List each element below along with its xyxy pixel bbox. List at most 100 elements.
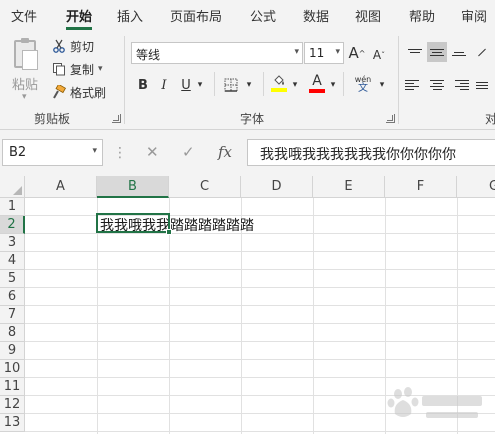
grow-font-label: A (348, 44, 359, 62)
row-header-12[interactable]: 12 (0, 396, 25, 414)
format-painter-button[interactable]: 格式刷 (52, 83, 106, 101)
tab-review[interactable]: 审阅 (461, 6, 487, 25)
row-header-3[interactable]: 3 (0, 234, 25, 252)
italic-button[interactable]: I (157, 75, 171, 95)
align-center-button[interactable] (427, 75, 447, 95)
borders-button[interactable] (222, 75, 240, 95)
tab-home[interactable]: 开始 (66, 6, 92, 25)
font-name-select[interactable]: 等线 ▾ (131, 42, 303, 64)
fill-color-dropdown-icon[interactable]: ▾ (290, 75, 300, 95)
tab-page-layout[interactable]: 页面布局 (170, 6, 222, 25)
font-color-dropdown-icon[interactable]: ▾ (328, 75, 338, 95)
cut-label: 剪切 (70, 39, 95, 54)
phonetic-dropdown-icon[interactable]: ▾ (377, 75, 387, 95)
decrease-font-size-button[interactable]: Aˇ (369, 45, 389, 65)
caret-down-icon: ˇ (381, 50, 386, 60)
ribbon-home: 粘贴 ▾ 剪切 复制 ▾ 格式刷 剪贴板 等线 ▾ 11 ▾ A^ Aˇ B (0, 30, 495, 130)
more-options-icon: ⋮ (113, 145, 127, 161)
row-header-10[interactable]: 10 (0, 360, 25, 378)
copy-dropdown-icon[interactable]: ▾ (98, 64, 103, 74)
row-header-11[interactable]: 11 (0, 378, 25, 396)
enter-icon[interactable]: ✓ (182, 143, 195, 170)
font-dialog-launcher-icon[interactable] (386, 114, 395, 123)
font-group-label: 字体 (240, 112, 265, 126)
copy-icon (52, 62, 66, 76)
paste-label: 粘贴 (12, 78, 39, 93)
tab-formulas[interactable]: 公式 (250, 6, 276, 25)
insert-function-button[interactable]: fx (218, 143, 232, 170)
gridline (25, 377, 495, 378)
underline-button[interactable]: U (179, 75, 193, 95)
ribbon-tab-bar: 文件 开始 插入 页面布局 公式 数据 视图 帮助 审阅 (0, 0, 495, 30)
align-middle-button[interactable] (427, 42, 447, 62)
font-color-button[interactable]: A (308, 73, 326, 93)
column-header-d[interactable]: D (241, 176, 313, 198)
column-header-c[interactable]: C (169, 176, 241, 198)
bold-label: B (138, 77, 148, 93)
cut-button[interactable]: 剪切 (52, 37, 94, 55)
clipboard-group-label: 剪贴板 (34, 112, 71, 126)
gridline (25, 323, 495, 324)
phonetic-bottom-label: 文 (358, 83, 368, 94)
row-header-8[interactable]: 8 (0, 324, 25, 342)
group-divider (124, 36, 125, 124)
column-header-e[interactable]: E (313, 176, 385, 198)
orientation-button[interactable] (474, 42, 490, 62)
gridline (25, 305, 495, 306)
font-color-swatch (309, 89, 325, 93)
phonetic-guide-button[interactable]: wén 文 (350, 72, 376, 98)
copy-button[interactable]: 复制 ▾ (52, 60, 103, 78)
align-right-button[interactable] (449, 75, 469, 95)
align-left-button[interactable] (405, 75, 425, 95)
tab-help[interactable]: 帮助 (409, 6, 435, 25)
row-header-2[interactable]: 2 (0, 216, 25, 234)
row-header-4[interactable]: 4 (0, 252, 25, 270)
indent-button[interactable] (474, 75, 490, 95)
row-header-5[interactable]: 5 (0, 270, 25, 288)
column-header-b[interactable]: B (97, 176, 169, 198)
divider (263, 72, 264, 96)
format-painter-label: 格式刷 (70, 85, 107, 100)
scissors-icon (52, 39, 66, 53)
underline-dropdown-icon[interactable]: ▾ (195, 75, 205, 95)
name-box[interactable]: B2 ▾ (2, 139, 103, 166)
gridline (25, 431, 495, 432)
select-all-button[interactable] (0, 176, 25, 198)
formula-bar: B2 ▾ ⋮ ✕ ✓ fx 我我哦我我我我我我你你你你你 (0, 130, 495, 176)
font-color-label: A (312, 73, 322, 89)
paste-dropdown-icon[interactable]: ▾ (22, 92, 27, 102)
increase-font-size-button[interactable]: A ^ (347, 43, 367, 63)
font-size-select[interactable]: 11 ▾ (304, 42, 344, 64)
row-header-13[interactable]: 13 (0, 414, 25, 432)
tab-view[interactable]: 视图 (355, 6, 381, 25)
formula-input[interactable]: 我我哦我我我我我我你你你你你 (247, 139, 495, 166)
clipboard-dialog-launcher-icon[interactable] (112, 114, 121, 123)
row-header-6[interactable]: 6 (0, 288, 25, 306)
chevron-down-icon: ▾ (294, 47, 299, 57)
tab-data[interactable]: 数据 (303, 6, 329, 25)
gridline (25, 251, 495, 252)
borders-dropdown-icon[interactable]: ▾ (244, 75, 254, 95)
align-top-button[interactable] (405, 42, 425, 62)
bold-button[interactable]: B (136, 75, 150, 95)
divider (343, 72, 344, 96)
paste-button[interactable]: 粘贴 ▾ (8, 38, 44, 102)
column-header-g[interactable]: G (457, 176, 495, 198)
divider (214, 72, 215, 96)
active-cell-b2[interactable] (96, 213, 170, 233)
cancel-icon[interactable]: ✕ (146, 143, 159, 170)
fill-color-button[interactable] (270, 73, 288, 93)
chevron-down-icon: ▾ (92, 146, 97, 156)
row-header-9[interactable]: 9 (0, 342, 25, 360)
align-bottom-button[interactable] (449, 42, 469, 62)
fill-handle[interactable] (166, 229, 172, 235)
row-header-1[interactable]: 1 (0, 198, 25, 216)
tab-insert[interactable]: 插入 (117, 6, 143, 25)
column-header-f[interactable]: F (385, 176, 457, 198)
row-header-7[interactable]: 7 (0, 306, 25, 324)
group-divider (398, 36, 399, 124)
fill-color-swatch (271, 88, 287, 92)
underline-label: U (181, 77, 191, 93)
column-header-a[interactable]: A (25, 176, 97, 198)
tab-file[interactable]: 文件 (11, 6, 37, 25)
